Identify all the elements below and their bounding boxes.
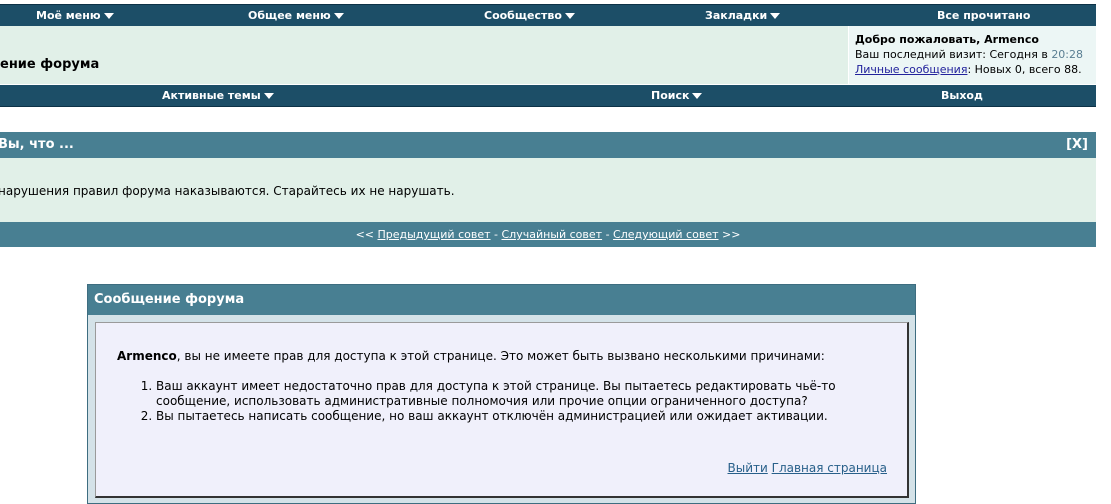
list-item: Вы пытаетесь написать сообщение, но ваш … xyxy=(156,409,876,424)
tip-close-button[interactable]: [X] xyxy=(1066,137,1088,152)
nav-my-menu-label: Моё меню xyxy=(36,9,101,22)
chevron-down-icon xyxy=(103,13,114,19)
private-messages-link[interactable]: Личные сообщения xyxy=(855,63,967,76)
message-links: Выйти Главная страница xyxy=(728,461,888,476)
nav-mark-all-read-label: Все прочитано xyxy=(937,9,1031,22)
last-visit-time: 20:28 xyxy=(1051,48,1084,61)
chevron-down-icon xyxy=(263,93,274,99)
nav-bookmarks[interactable]: Закладки xyxy=(705,5,781,26)
welcome-panel: Добро пожаловать, Armenco Ваш последний … xyxy=(848,26,1096,84)
nav-community-label: Сообщество xyxy=(484,9,562,22)
nav-mark-all-read[interactable]: Все прочитано xyxy=(937,5,1030,26)
nav-logout[interactable]: Выход xyxy=(941,85,983,106)
tip-body: нарушения правил форума наказываются. Ст… xyxy=(0,158,1096,222)
tip-prev-link[interactable]: Предыдущий совет xyxy=(378,228,491,241)
page-title: ение форума xyxy=(0,57,100,72)
forum-message-title: Сообщение форума xyxy=(88,285,915,315)
tip-footer: << Предыдущий совет - Случайный совет - … xyxy=(0,222,1096,247)
tip-separator: - xyxy=(602,228,614,241)
nav-logout-label: Выход xyxy=(941,89,983,102)
nav-bookmarks-label: Закладки xyxy=(705,9,768,22)
secondary-navbar: Активные темы Поиск Выход xyxy=(0,85,1096,107)
tip-random-link[interactable]: Случайный совет xyxy=(502,228,603,241)
list-item: Ваш аккаунт имеет недостаточно прав для … xyxy=(156,379,876,409)
nav-search[interactable]: Поиск xyxy=(651,85,703,106)
home-link[interactable]: Главная страница xyxy=(772,461,887,475)
message-username: Armenco xyxy=(117,349,177,363)
nav-my-menu[interactable]: Моё меню xyxy=(36,5,114,26)
tip-prev-marker: << xyxy=(355,228,378,241)
tip-title: Вы, что ... xyxy=(0,137,74,152)
last-visit: Ваш последний визит: Сегодня в 20:28 xyxy=(855,47,1096,62)
nav-search-label: Поиск xyxy=(651,89,690,102)
tip-header: Вы, что ... [X] xyxy=(0,132,1096,158)
nav-community[interactable]: Сообщество xyxy=(484,5,575,26)
nav-general-menu[interactable]: Общее меню xyxy=(248,5,344,26)
tip-next-marker: >> xyxy=(718,228,741,241)
last-visit-prefix: Ваш последний визит: Сегодня в xyxy=(855,48,1052,61)
logout-link[interactable]: Выйти xyxy=(728,461,768,475)
private-messages-count: : Новых 0, всего 88. xyxy=(967,63,1082,76)
tip-separator: - xyxy=(490,228,502,241)
nav-general-menu-label: Общее меню xyxy=(248,9,331,22)
top-navbar: Моё меню Общее меню Сообщество Закладки … xyxy=(0,4,1096,27)
tip-next-link[interactable]: Следующий совет xyxy=(613,228,718,241)
chevron-down-icon xyxy=(564,13,575,19)
nav-active-topics[interactable]: Активные темы xyxy=(162,85,274,106)
welcome-title: Добро пожаловать, Armenco xyxy=(855,33,1039,46)
forum-message-box: Сообщение форума Armenco, вы не имеете п… xyxy=(87,284,916,504)
forum-message-content: Armenco, вы не имеете прав для доступа к… xyxy=(95,322,909,498)
header-band: ение форума Добро пожаловать, Armenco Ва… xyxy=(0,26,1096,84)
private-messages: Личные сообщения: Новых 0, всего 88. xyxy=(855,62,1096,77)
chevron-down-icon xyxy=(333,13,344,19)
chevron-down-icon xyxy=(692,93,703,99)
message-intro: Armenco, вы не имеете прав для доступа к… xyxy=(117,349,825,364)
chevron-down-icon xyxy=(770,13,781,19)
nav-active-topics-label: Активные темы xyxy=(162,89,261,102)
tip-text: нарушения правил форума наказываются. Ст… xyxy=(0,184,455,198)
reasons-list: Ваш аккаунт имеет недостаточно прав для … xyxy=(136,379,876,424)
message-intro-text: , вы не имеете прав для доступа к этой с… xyxy=(176,349,825,363)
